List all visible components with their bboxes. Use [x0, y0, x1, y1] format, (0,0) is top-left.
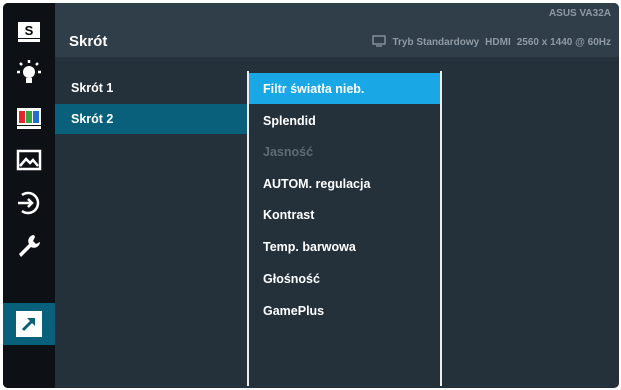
options-panel: Filtr światła nieb. Splendid Jasność AUT…	[247, 71, 442, 386]
color-bars-icon	[16, 107, 42, 129]
mode-label: Tryb Standardowy	[392, 37, 480, 48]
image-icon	[16, 149, 42, 171]
sidebar: S	[3, 3, 55, 388]
page-title: Skrót	[69, 33, 108, 50]
sidebar-item-image[interactable]	[3, 139, 55, 181]
option-splendid[interactable]: Splendid	[249, 105, 440, 136]
option-label: GamePlus	[263, 303, 325, 318]
sidebar-item-input[interactable]	[3, 182, 55, 224]
sidebar-item-color[interactable]	[3, 97, 55, 139]
option-contrast[interactable]: Kontrast	[249, 199, 440, 230]
option-label: Filtr światła nieb.	[263, 81, 365, 96]
input-select-icon	[16, 190, 42, 216]
shortcut-label: Skrót 1	[71, 81, 114, 95]
option-label: Temp. barwowa	[263, 239, 356, 254]
sidebar-item-shortcut[interactable]	[3, 303, 55, 345]
option-label: Splendid	[263, 113, 316, 128]
model-name: ASUS VA32A	[548, 8, 611, 19]
option-auto-adjust[interactable]: AUTOM. regulacja	[249, 168, 440, 199]
option-volume[interactable]: Głośność	[249, 263, 440, 294]
option-label: AUTOM. regulacja	[263, 176, 371, 191]
status-bar: Tryb Standardowy HDMI 2560 x 1440 @ 60Hz	[372, 35, 611, 50]
resolution-label: 2560 x 1440 @ 60Hz	[516, 37, 611, 48]
wrench-icon	[16, 233, 42, 259]
sidebar-item-system[interactable]	[3, 225, 55, 267]
input-label: HDMI	[485, 37, 511, 48]
option-color-temp[interactable]: Temp. barwowa	[249, 231, 440, 262]
monitor-icon	[372, 35, 387, 50]
sidebar-item-splendid[interactable]: S	[3, 11, 55, 53]
option-label: Jasność	[263, 144, 314, 159]
svg-text:S: S	[25, 23, 34, 38]
option-blue-light-filter[interactable]: Filtr światła nieb.	[249, 73, 440, 104]
sidebar-item-blue-light[interactable]	[3, 53, 55, 95]
osd-menu: S Skrót ASUS VA32A Tryb Standardowy HDMI…	[3, 3, 619, 388]
shortcut-1-item[interactable]: Skrót 1	[55, 73, 249, 103]
option-label: Głośność	[263, 271, 320, 286]
option-gameplus[interactable]: GamePlus	[249, 295, 440, 326]
option-label: Kontrast	[263, 207, 315, 222]
shortcut-label: Skrót 2	[71, 112, 114, 126]
splendid-s-icon: S	[17, 21, 41, 43]
shortcut-arrow-icon	[16, 311, 42, 337]
option-brightness: Jasność	[249, 136, 440, 167]
blue-light-filter-icon	[14, 59, 44, 89]
shortcut-2-item[interactable]: Skrót 2	[55, 104, 249, 134]
header: Skrót ASUS VA32A Tryb Standardowy HDMI 2…	[55, 3, 619, 57]
